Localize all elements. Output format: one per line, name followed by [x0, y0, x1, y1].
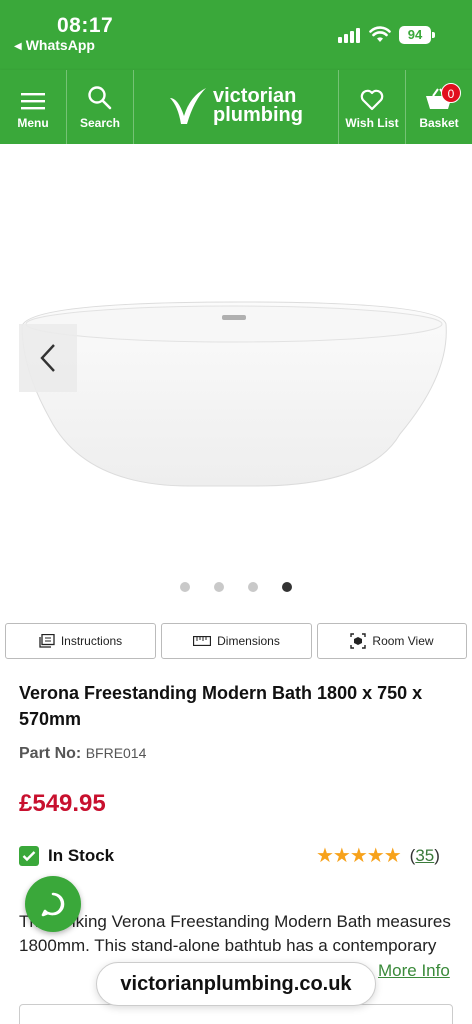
more-info-link[interactable]: More Info	[378, 961, 450, 981]
next-section-box	[19, 1004, 453, 1024]
dimensions-label: Dimensions	[217, 634, 280, 648]
star-rating-icon: ★★★★★	[316, 845, 402, 867]
menu-button[interactable]: Menu	[0, 70, 66, 144]
logo-tick-icon	[170, 88, 206, 124]
ruler-icon	[193, 636, 212, 646]
ar-cube-icon	[350, 633, 367, 649]
previous-image-button[interactable]	[19, 324, 77, 392]
logo-wordmark: victorian plumbing	[213, 86, 303, 126]
basket-label: Basket	[419, 116, 459, 130]
clock: 08:17	[57, 14, 114, 37]
back-triangle-icon: ◀	[14, 41, 22, 52]
victorian-plumbing-logo[interactable]: victorian plumbing	[168, 84, 308, 130]
stock-label: In Stock	[48, 846, 115, 865]
product-title: Verona Freestanding Modern Bath 1800 x 7…	[19, 683, 423, 729]
product-rating[interactable]: ★★★★★ (35)	[316, 843, 440, 868]
divider	[133, 70, 134, 144]
instructions-label: Instructions	[60, 634, 123, 648]
search-icon	[88, 86, 112, 110]
room-view-button[interactable]: Room View	[317, 623, 467, 659]
pagination-dot[interactable]	[214, 582, 224, 592]
checkmark-icon	[19, 846, 39, 866]
chevron-left-icon	[40, 344, 55, 372]
document-icon	[39, 634, 55, 648]
pagination-dot-active[interactable]	[282, 582, 292, 592]
stock-status: In Stock	[19, 846, 114, 866]
battery-indicator: 94	[399, 26, 435, 44]
hamburger-icon	[21, 93, 45, 110]
review-count-link[interactable]: 35	[415, 846, 434, 865]
product-image-gallery[interactable]	[0, 144, 472, 614]
search-label: Search	[79, 116, 121, 130]
gallery-pagination	[0, 582, 472, 592]
menu-label: Menu	[17, 116, 49, 130]
back-app-label: WhatsApp	[25, 37, 95, 53]
product-price: £549.95	[19, 790, 106, 817]
wish-list-button[interactable]: Wish List	[339, 70, 405, 144]
basket-button[interactable]: Basket	[406, 70, 472, 144]
wifi-icon	[369, 26, 391, 42]
review-count-close: )	[434, 845, 440, 865]
pagination-dot[interactable]	[180, 582, 190, 592]
part-number-label: Part No:	[19, 745, 82, 762]
site-header: Menu Search victorian plumbing Wish List…	[0, 70, 472, 144]
back-to-app-link[interactable]: ◀ WhatsApp	[14, 37, 95, 53]
live-chat-button[interactable]	[25, 876, 81, 932]
cellular-signal-icon	[338, 27, 360, 43]
basket-count-badge: 0	[441, 83, 461, 103]
search-button[interactable]: Search	[67, 70, 133, 144]
pagination-dot[interactable]	[248, 582, 258, 592]
dimensions-button[interactable]: Dimensions	[161, 623, 312, 659]
instructions-button[interactable]: Instructions	[5, 623, 156, 659]
product-description: The striking Verona Freestanding Modern …	[19, 912, 451, 955]
chat-bubble-icon	[41, 892, 65, 917]
status-bar: 08:17 ◀ WhatsApp 94	[0, 0, 472, 70]
heart-icon	[360, 89, 384, 111]
room-view-label: Room View	[372, 634, 434, 648]
bath-product-image	[21, 301, 447, 487]
part-number-value: BFRE014	[85, 745, 147, 761]
part-number: Part No: BFRE014	[19, 745, 146, 763]
wish-list-label: Wish List	[345, 116, 399, 130]
review-count[interactable]: (35)	[410, 846, 440, 866]
logo-line-2: plumbing	[213, 104, 303, 126]
browser-url-bar[interactable]: victorianplumbing.co.uk	[96, 962, 376, 1006]
